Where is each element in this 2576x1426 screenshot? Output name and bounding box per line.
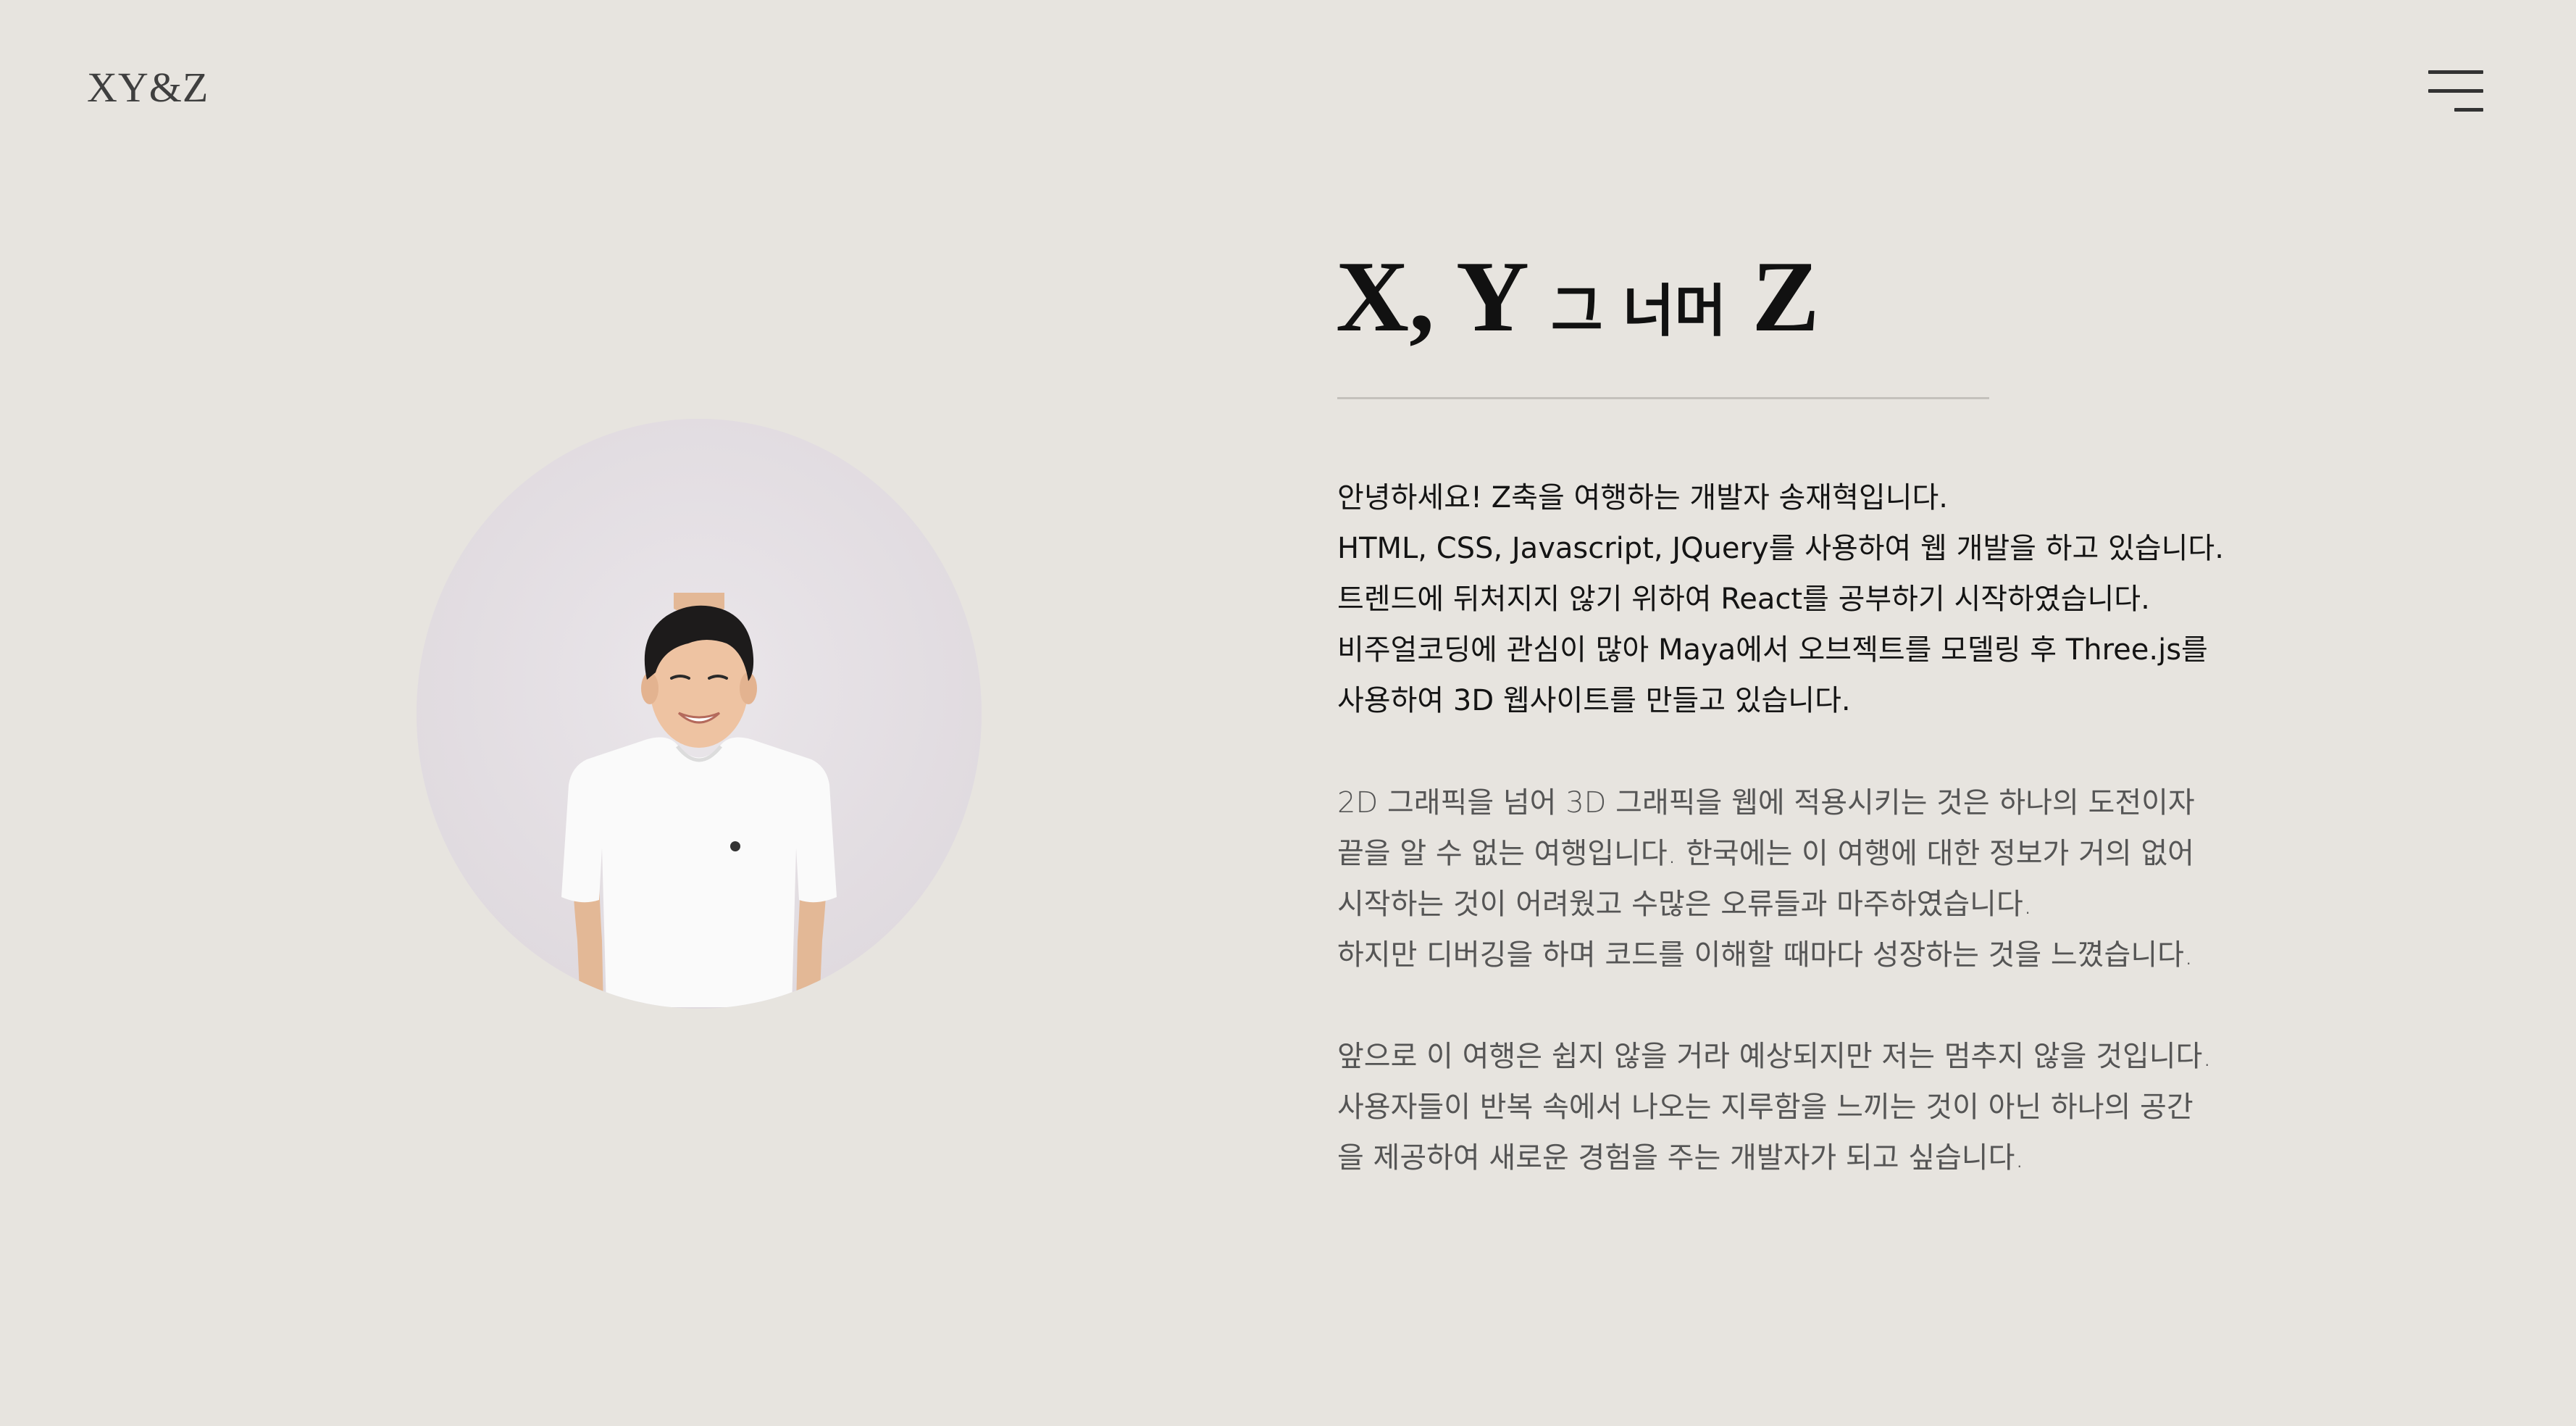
title-divider: [1337, 397, 1989, 399]
page-title: X, Y 그 너머 Z: [1336, 239, 1820, 370]
paragraph-line: 비주얼코딩에 관심이 많아 Maya에서 오브젝트를 모델링 후 Three.j…: [1337, 633, 2208, 667]
menu-line: [2428, 70, 2483, 74]
paragraph-line: 을 제공하여 새로운 경험을 주는 개발자가 되고 싶습니다.: [1337, 1141, 2025, 1175]
profile-photo: [417, 419, 982, 1009]
portrait-illustration: [417, 419, 982, 1009]
story-paragraph: 2D 그래픽을 넘어 3D 그래픽을 웹에 적용시키는 것은 하나의 도전이자 …: [1337, 777, 2195, 980]
paragraph-line: 앞으로 이 여행은 쉽지 않을 거라 예상되지만 저는 멈추지 않을 것입니다.: [1337, 1040, 2212, 1073]
menu-line: [2454, 108, 2483, 112]
paragraph-line: 안녕하세요! Z축을 여행하는 개발자 송재혁입니다.: [1337, 481, 1949, 514]
paragraph-line: HTML, CSS, Javascript, JQuery를 사용하여 웹 개발…: [1337, 532, 2224, 565]
paragraph-line: 사용자들이 반복 속에서 나오는 지루함을 느끼는 것이 아닌 하나의 공간: [1337, 1091, 2194, 1124]
intro-paragraph: 안녕하세요! Z축을 여행하는 개발자 송재혁입니다. HTML, CSS, J…: [1337, 472, 2224, 726]
title-suffix: Z: [1752, 241, 1820, 353]
paragraph-line: 2D 그래픽을 넘어 3D 그래픽을 웹에 적용시키는 것은 하나의 도전이자: [1337, 786, 2195, 820]
paragraph-line: 끝을 알 수 없는 여행입니다. 한국에는 이 여행에 대한 정보가 거의 없어: [1337, 837, 2194, 870]
paragraph-line: 트렌드에 뒤처지지 않기 위하여 React를 공부하기 시작하였습니다.: [1337, 583, 2150, 616]
paragraph-line: 사용하여 3D 웹사이트를 만들고 있습니다.: [1337, 684, 1851, 717]
menu-line: [2428, 89, 2483, 93]
page: XY&Z X, Y 그 너머 Z 안녕하세요! Z축을 여행하는 개발자 송재혁…: [0, 0, 2576, 1426]
title-middle: 그 너머: [1550, 279, 1727, 344]
future-paragraph: 앞으로 이 여행은 쉽지 않을 거라 예상되지만 저는 멈추지 않을 것입니다.…: [1337, 1031, 2212, 1183]
hamburger-menu-icon[interactable]: [2428, 67, 2483, 117]
title-prefix: X, Y: [1336, 241, 1526, 353]
site-logo[interactable]: XY&Z: [87, 67, 209, 109]
paragraph-line: 시작하는 것이 어려웠고 수많은 오류들과 마주하였습니다.: [1337, 888, 2033, 921]
paragraph-line: 하지만 디버깅을 하며 코드를 이해할 때마다 성장하는 것을 느꼈습니다.: [1337, 938, 2194, 972]
